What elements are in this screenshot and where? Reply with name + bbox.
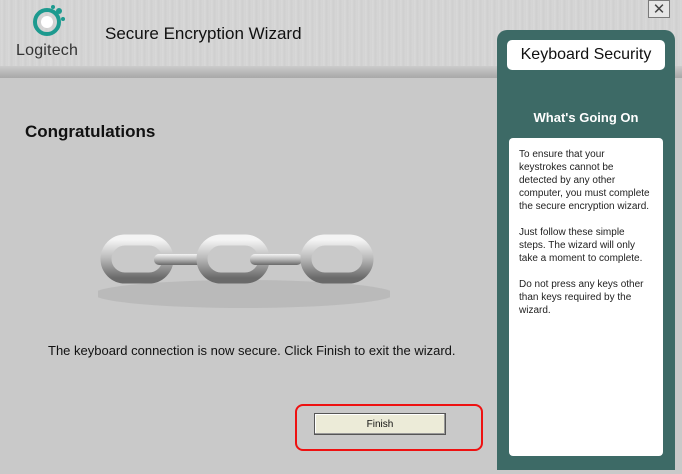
wizard-title: Secure Encryption Wizard [105, 24, 302, 43]
info-paragraph: To ensure that your keystrokes cannot be… [519, 149, 650, 212]
close-icon: ✕ [652, 0, 666, 18]
info-paragraph: Do not press any keys other than keys re… [519, 279, 644, 316]
close-button[interactable]: ✕ [648, 0, 670, 18]
chain-links-icon [98, 234, 390, 308]
finish-button[interactable]: Finish [314, 413, 446, 435]
status-message: The keyboard connection is now secure. C… [48, 343, 456, 358]
section-heading: What's Going On [533, 110, 639, 125]
page-heading: Congratulations [25, 122, 156, 141]
panel-title: Keyboard Security [507, 40, 665, 70]
info-paragraph: Just follow these simple steps. The wiza… [519, 227, 643, 264]
logitech-logo: Logitech [14, 4, 88, 64]
main-content: Congratulations The keyboard connection … [0, 78, 497, 474]
logitech-logo-icon [33, 5, 65, 36]
logo-text: Logitech [16, 42, 79, 59]
help-panel: Keyboard Security What's Going On To ens… [497, 30, 675, 470]
info-box: To ensure that your keystrokes cannot be… [509, 138, 663, 456]
